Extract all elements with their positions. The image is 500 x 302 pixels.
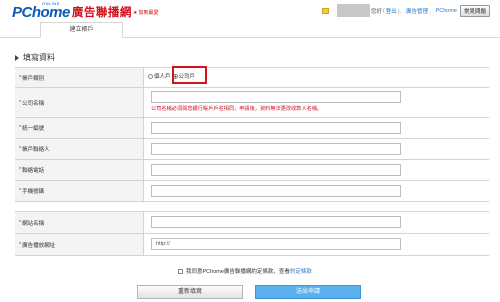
logout-link[interactable]: 登出 bbox=[386, 7, 397, 15]
label-company-name: * 公司名稱 bbox=[15, 88, 144, 117]
label-contact: * 帳戶聯絡人 bbox=[15, 139, 144, 159]
tab-create-account[interactable]: 建立帳戶 bbox=[40, 22, 123, 38]
triangle-bullet-icon bbox=[15, 54, 19, 61]
radio-personal[interactable] bbox=[148, 73, 153, 79]
label-ad-url: * 廣告播放網址 bbox=[15, 234, 144, 255]
form-block-website: * 網站名稱 * 廣告播放網址 http:// bbox=[15, 211, 489, 256]
section-title-text: 填寫資料 bbox=[23, 53, 55, 62]
terms-link[interactable]: 約定條款 bbox=[290, 267, 312, 275]
user-name-redacted bbox=[336, 4, 370, 17]
agree-checkbox[interactable] bbox=[178, 268, 183, 274]
label-phone: * 聯絡電話 bbox=[15, 160, 144, 180]
ad-manager-link[interactable]: 廣告管理 bbox=[406, 7, 428, 15]
label-account-type: * 帳戶類別 bbox=[15, 68, 144, 87]
highlight-box bbox=[172, 66, 207, 84]
add-favorite[interactable]: ★ 加到最愛 bbox=[133, 9, 159, 17]
top-nav: 您好 ( 登出 )． 廣告管理 ． PChome 常見問題 bbox=[321, 4, 490, 17]
reset-button[interactable]: 重新填寫 bbox=[137, 285, 243, 299]
row-ad-url: * 廣告播放網址 http:// bbox=[15, 234, 489, 256]
row-tax-id: * 統一編號 bbox=[15, 118, 489, 139]
tax-id-input[interactable] bbox=[151, 122, 401, 134]
radio-personal-label: 個人戶 bbox=[154, 74, 171, 80]
mobile-input[interactable] bbox=[151, 185, 401, 197]
section-title: 填寫資料 bbox=[15, 52, 55, 63]
form-block-company: * 帳戶類別 個人戶 公司戶 * 公司名稱 公司名稱必須與您銀行帳戶戶名相同，申請後… bbox=[15, 67, 489, 202]
phone-input[interactable] bbox=[151, 164, 401, 176]
row-phone: * 聯絡電話 bbox=[15, 160, 489, 181]
row-account-type: * 帳戶類別 個人戶 公司戶 bbox=[15, 68, 489, 88]
faq-button[interactable]: 常見問題 bbox=[459, 4, 490, 17]
label-tax-id: * 統一編號 bbox=[15, 118, 144, 138]
pchome-logo[interactable]: PChome ONLINE 廣告聯播網 bbox=[12, 1, 132, 21]
tab-bar: 建立帳戶 bbox=[0, 22, 500, 38]
label-mobile: * 手機號碼 bbox=[15, 181, 144, 201]
ad-url-input[interactable]: http:// bbox=[151, 238, 401, 250]
row-site-name: * 網站名稱 bbox=[15, 212, 489, 234]
row-contact: * 帳戶聯絡人 bbox=[15, 139, 489, 160]
header: PChome ONLINE 廣告聯播網 ★ 加到最愛 您好 ( 登出 )． 廣告… bbox=[0, 0, 500, 22]
row-company-name: * 公司名稱 公司名稱必須與您銀行帳戶戶名相同，申請後，資料無法更改收款人名稱。 bbox=[15, 88, 489, 118]
site-name-input[interactable] bbox=[151, 216, 401, 228]
message-icon[interactable] bbox=[321, 7, 329, 14]
logo-main: PChome bbox=[12, 4, 70, 21]
pchome-link[interactable]: PChome bbox=[436, 8, 457, 14]
company-name-hint: 公司名稱必須與您銀行帳戶戶名相同，申請後，資料無法更改收款人名稱。 bbox=[151, 106, 323, 112]
star-icon: ★ bbox=[133, 9, 138, 16]
agree-text: 我同意PChome廣告聯播網約定條款，查看 bbox=[186, 269, 290, 275]
contact-input[interactable] bbox=[151, 143, 401, 155]
logo-online: ONLINE bbox=[42, 1, 60, 6]
agreement: 我同意PChome廣告聯播網約定條款，查看 約定條款 bbox=[178, 267, 312, 275]
logo-title: 廣告聯播網 bbox=[71, 7, 132, 19]
add-favorite-label: 加到最愛 bbox=[138, 10, 159, 16]
row-mobile: * 手機號碼 bbox=[15, 181, 489, 202]
submit-button[interactable]: 送出申請 bbox=[255, 285, 361, 299]
user-greeting: 您好 bbox=[370, 8, 382, 15]
company-name-input[interactable] bbox=[151, 91, 401, 103]
label-site-name: * 網站名稱 bbox=[15, 212, 144, 233]
